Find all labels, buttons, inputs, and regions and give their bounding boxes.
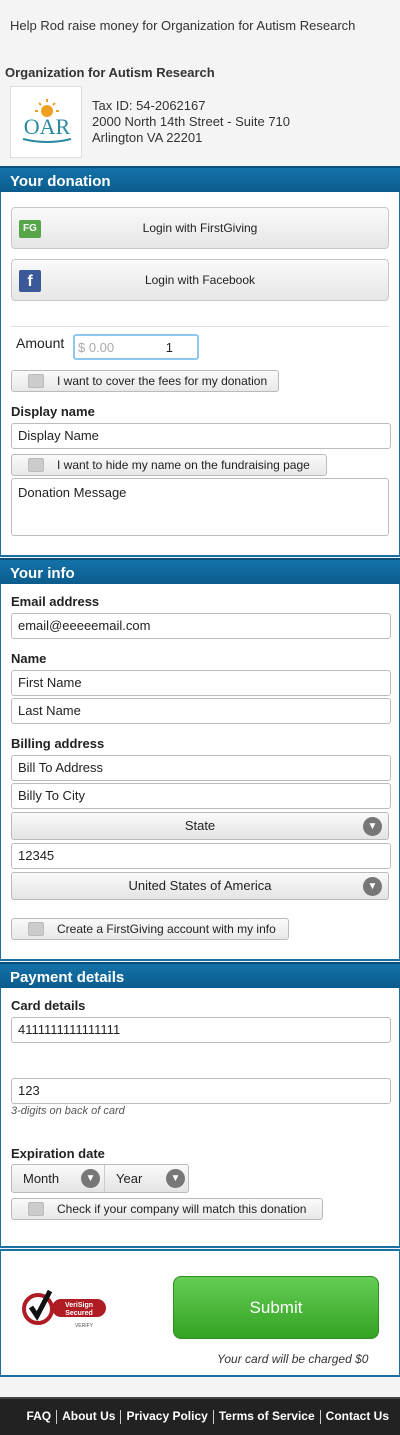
divider — [56, 1409, 58, 1424]
logo-text: OAR — [24, 114, 71, 139]
checkbox-icon — [28, 458, 44, 472]
month-value: Month — [23, 1171, 60, 1186]
month-select[interactable]: Month ▼ — [12, 1165, 104, 1192]
footer-link-privacy-policy[interactable]: Privacy Policy — [126, 1409, 207, 1423]
chevron-down-icon: ▼ — [363, 817, 382, 836]
donation-message-field[interactable]: Donation Message — [11, 478, 389, 536]
section-payment-details: Payment details — [0, 962, 400, 988]
footer: FAQ About Us Privacy Policy Terms of Servic… — [0, 1397, 400, 1435]
hide-name-checkbox[interactable]: I want to hide my name on the fundraisin… — [11, 454, 327, 476]
firstgiving-icon: FG — [19, 220, 41, 238]
company-match-label: Check if your company will match this do… — [57, 1202, 307, 1216]
amount-label: Amount — [16, 335, 65, 351]
charge-note: Your card will be charged $0 — [217, 1352, 369, 1366]
facebook-icon: f — [19, 270, 41, 292]
checkmark-icon — [22, 1289, 54, 1325]
year-select[interactable]: Year ▼ — [105, 1165, 189, 1192]
verisign-name: VeriSign — [65, 1302, 93, 1309]
cover-fees-label: I want to cover the fees for my donation — [57, 374, 268, 388]
verisign-verify: VERIFY — [75, 1323, 94, 1329]
checkbox-icon — [28, 374, 44, 388]
security-code-field[interactable]: 123 — [11, 1078, 391, 1104]
page-heading: Help Rod raise money for Organization fo… — [10, 18, 356, 33]
security-code-hint: 3-digits on back of card — [11, 1105, 125, 1117]
org-info: Tax ID: 54-2062167 2000 North 14th Stree… — [92, 98, 290, 146]
footer-links: FAQ About Us Privacy Policy Terms of Servic… — [26, 1409, 389, 1424]
org-name: Organization for Autism Research — [5, 65, 215, 80]
city-field[interactable]: Billy To City — [11, 783, 391, 809]
section-your-donation: Your donation — [0, 166, 400, 192]
company-match-checkbox[interactable]: Check if your company will match this do… — [11, 1198, 323, 1220]
tax-id: Tax ID: 54-2062167 — [92, 98, 206, 113]
chevron-down-icon: ▼ — [81, 1169, 100, 1188]
verisign-secured: Secured — [65, 1310, 93, 1317]
state-select[interactable]: State ▼ — [11, 812, 389, 840]
first-name-field[interactable]: First Name — [11, 670, 391, 696]
country-value: United States of America — [128, 878, 272, 893]
divider — [120, 1409, 122, 1424]
create-account-label: Create a FirstGiving account with my inf… — [57, 922, 276, 936]
chevron-down-icon: ▼ — [363, 877, 382, 896]
login-firstgiving-button[interactable]: FG Login with FirstGiving — [11, 207, 389, 249]
checkbox-icon — [28, 922, 44, 936]
divider — [11, 326, 389, 327]
year-value: Year — [116, 1171, 143, 1186]
name-label: Name — [11, 651, 47, 666]
card-number-field[interactable]: 4111111111111111 — [11, 1017, 391, 1043]
state-value: State — [184, 818, 216, 833]
verisign-badge: VeriSign Secured VERIFY — [22, 1283, 108, 1333]
create-account-checkbox[interactable]: Create a FirstGiving account with my inf… — [11, 918, 289, 940]
expiration-date-label: Expiration date — [11, 1146, 105, 1161]
footer-link-contact-us[interactable]: Contact Us — [326, 1409, 389, 1423]
amount-input[interactable]: $ 0.00 1 — [73, 334, 199, 360]
submit-button[interactable]: Submit — [173, 1276, 379, 1339]
checkbox-icon — [28, 1202, 44, 1216]
address-field[interactable]: Bill To Address — [11, 755, 391, 781]
address-line-1: 2000 North 14th Street - Suite 710 — [92, 114, 291, 129]
email-field[interactable]: email@eeeeemail.com — [11, 613, 391, 639]
footer-link-faq[interactable]: FAQ — [26, 1409, 51, 1423]
expiration-date-select: Month ▼ Year ▼ — [11, 1164, 189, 1193]
login-facebook-label: Login with Facebook — [144, 273, 256, 287]
amount-currency-placeholder: $ 0.00 — [78, 340, 115, 355]
billing-address-label: Billing address — [11, 736, 105, 751]
country-select[interactable]: United States of America ▼ — [11, 872, 389, 900]
section-your-info: Your info — [0, 558, 400, 584]
hide-name-label: I want to hide my name on the fundraisin… — [57, 458, 310, 472]
last-name-field[interactable]: Last Name — [11, 698, 391, 724]
amount-value: 1 — [165, 340, 173, 355]
display-name-label: Display name — [11, 404, 95, 419]
card-details-label: Card details — [11, 998, 86, 1013]
login-firstgiving-label: Login with FirstGiving — [142, 221, 258, 235]
divider — [319, 1409, 321, 1424]
chevron-down-icon: ▼ — [166, 1169, 185, 1188]
login-facebook-button[interactable]: f Login with Facebook — [11, 259, 389, 301]
divider — [212, 1409, 214, 1424]
cover-fees-checkbox[interactable]: I want to cover the fees for my donation — [11, 370, 279, 392]
org-logo: OAR — [10, 86, 82, 158]
display-name-field[interactable]: Display Name — [11, 423, 391, 449]
footer-link-terms-of-service[interactable]: Terms of Service — [219, 1409, 315, 1423]
email-label: Email address — [11, 594, 100, 609]
zip-field[interactable]: 12345 — [11, 843, 391, 869]
footer-link-about-us[interactable]: About Us — [62, 1409, 115, 1423]
address-line-2: Arlington VA 22201 — [92, 130, 203, 145]
